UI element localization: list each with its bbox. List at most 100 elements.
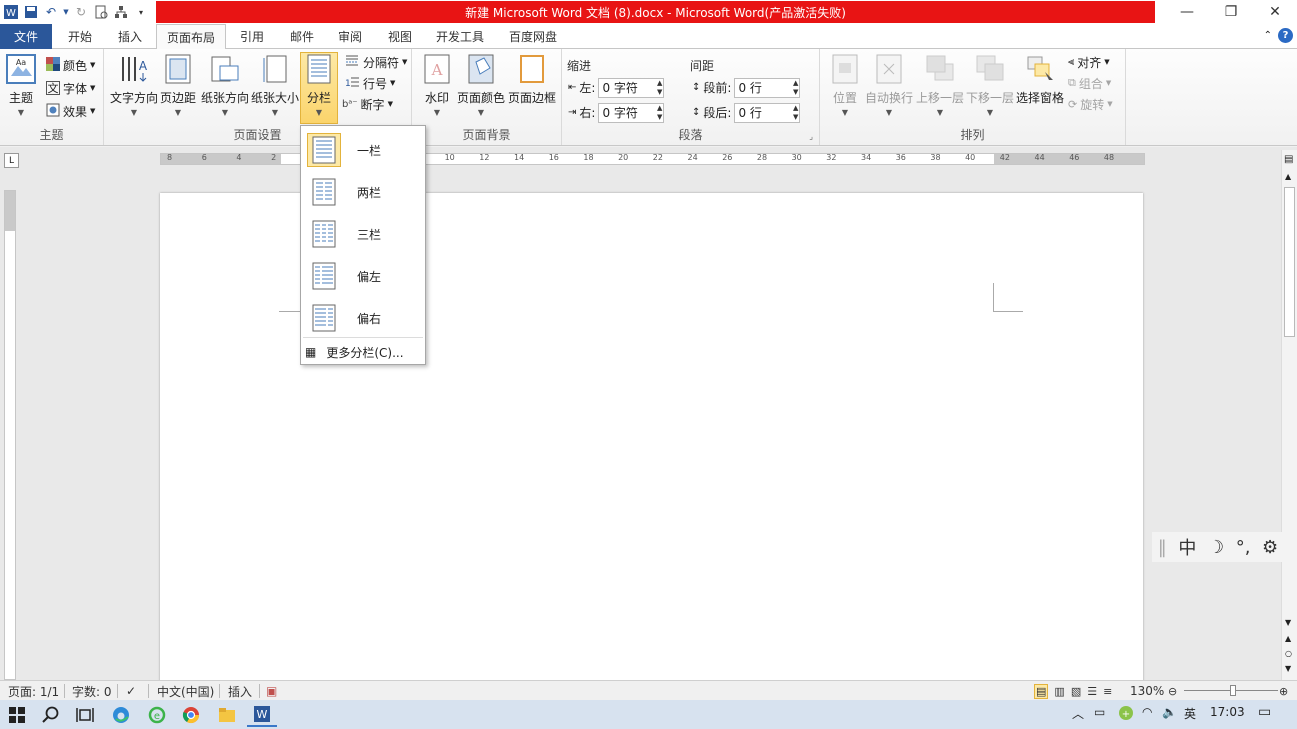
selection-pane-button[interactable]: 选择窗格 — [1016, 53, 1064, 106]
undo-dropdown-icon[interactable]: ▼ — [62, 3, 70, 21]
ribbon-collapse-icon[interactable]: ⌃ — [1264, 30, 1272, 41]
fonts-button[interactable]: 文 字体 ▼ — [46, 78, 95, 98]
text-direction-button[interactable]: A 文字方向 ▼ — [110, 53, 158, 117]
ie-browser-icon[interactable]: e — [142, 702, 172, 727]
tab-page-layout[interactable]: 页面布局 — [156, 24, 226, 50]
theme-button[interactable]: Aa 主题 ▼ — [6, 53, 36, 117]
app-tray-icon[interactable]: + — [1118, 705, 1134, 724]
zoom-level[interactable]: 130% — [1130, 683, 1164, 699]
orientation-button[interactable]: 纸张方向 ▼ — [201, 53, 249, 117]
wifi-icon[interactable]: ◠ — [1142, 705, 1152, 719]
tab-developer[interactable]: 开发工具 — [428, 24, 492, 49]
columns-two[interactable]: 两栏 — [303, 172, 423, 212]
zoom-in-icon[interactable]: ⊕ — [1279, 683, 1288, 699]
draft-icon[interactable]: ≡ — [1103, 685, 1112, 698]
ime-handle-icon[interactable]: ‖ — [1158, 537, 1167, 558]
rotate-button[interactable]: ⟳ 旋转 ▼ — [1068, 94, 1113, 114]
line-numbers-button[interactable]: 1 行号 ▼ — [344, 73, 395, 93]
spinner-icon[interactable]: ▲ ▼ — [793, 104, 798, 122]
zoom-out-icon[interactable]: ⊖ — [1168, 683, 1177, 699]
zoom-slider-thumb[interactable] — [1230, 685, 1236, 696]
ime-mode[interactable]: 中 — [1178, 534, 1196, 560]
spinner-icon[interactable]: ▲ ▼ — [657, 79, 662, 97]
help-icon[interactable]: ? — [1278, 28, 1293, 43]
battery-icon[interactable]: ▭ — [1094, 705, 1105, 719]
prev-page-icon[interactable]: ▲ — [1285, 634, 1291, 643]
watermark-button[interactable]: A 水印 ▼ — [422, 53, 452, 117]
next-page-icon[interactable]: ▼ — [1285, 664, 1291, 673]
gear-icon[interactable]: ⚙ — [1262, 537, 1278, 558]
columns-three[interactable]: 三栏 — [303, 214, 423, 254]
scroll-up-icon[interactable]: ▲ — [1285, 172, 1291, 181]
insert-mode[interactable]: 插入 — [228, 683, 252, 699]
spinner-icon[interactable]: ▲ ▼ — [793, 79, 798, 97]
web-layout-icon[interactable]: ▧ — [1071, 685, 1081, 698]
network-icon[interactable] — [112, 3, 130, 21]
columns-left[interactable]: 偏左 — [303, 256, 423, 296]
vertical-ruler[interactable] — [4, 190, 16, 680]
tab-mailings[interactable]: 邮件 — [280, 24, 324, 49]
page-color-button[interactable]: 页面颜色 ▼ — [457, 53, 505, 117]
hyphenation-button[interactable]: bᵃ⁻ 断字 ▼ — [342, 94, 393, 114]
word-taskbar-icon[interactable]: W — [247, 702, 277, 727]
tab-selector-icon[interactable]: L — [4, 153, 19, 168]
tab-references[interactable]: 引用 — [230, 24, 274, 49]
wrap-text-button[interactable]: 自动换行 ▼ — [865, 53, 913, 117]
punctuation-icon[interactable]: °, — [1236, 537, 1251, 558]
chrome-icon[interactable] — [176, 702, 206, 727]
tab-home[interactable]: 开始 — [58, 24, 102, 49]
bring-forward-button[interactable]: 上移一层 ▼ — [916, 53, 964, 117]
minimize-button[interactable]: — — [1165, 0, 1209, 24]
restore-button[interactable]: ❐ — [1209, 0, 1253, 24]
language-indicator[interactable]: 中文(中国) — [157, 683, 214, 699]
tab-file[interactable]: 文件 — [0, 24, 52, 49]
clock[interactable]: 17:03 — [1210, 705, 1245, 719]
send-backward-button[interactable]: 下移一层 ▼ — [966, 53, 1014, 117]
columns-one[interactable]: 一栏 — [303, 130, 423, 170]
volume-icon[interactable]: 🔈 — [1162, 705, 1177, 719]
outline-icon[interactable]: ☰ — [1087, 685, 1097, 698]
windows-start-icon[interactable] — [2, 702, 32, 727]
size-button[interactable]: 纸张大小 ▼ — [251, 53, 299, 117]
print-layout-icon[interactable]: ▤ — [1034, 683, 1049, 699]
macro-record-icon[interactable]: ▣ — [266, 683, 277, 699]
scroll-thumb[interactable] — [1284, 187, 1295, 337]
dialog-launcher-icon[interactable]: ⌟ — [809, 132, 813, 141]
spacing-before-input[interactable]: 0 行 ▲ ▼ — [734, 77, 801, 98]
spinner-icon[interactable]: ▲ ▼ — [657, 104, 662, 122]
columns-button[interactable]: 分栏 ▼ — [300, 52, 338, 124]
colors-button[interactable]: 颜色 ▼ — [46, 55, 95, 75]
tab-insert[interactable]: 插入 — [108, 24, 152, 49]
vertical-scrollbar[interactable]: ▤ ▲ ▼ ▲ ○ ▼ — [1281, 150, 1297, 680]
save-icon[interactable] — [22, 3, 40, 21]
tab-review[interactable]: 审阅 — [328, 24, 372, 49]
task-view-icon[interactable] — [70, 702, 100, 727]
more-columns-item[interactable]: ▦ 更多分栏(C)... — [305, 342, 404, 362]
align-button[interactable]: ⫷ 对齐 ▼ — [1068, 52, 1110, 72]
breaks-button[interactable]: 分隔符 ▼ — [344, 52, 407, 72]
group-button[interactable]: ⧉ 组合 ▼ — [1068, 73, 1111, 93]
spacing-after-input[interactable]: 0 行 ▲ ▼ — [734, 102, 801, 123]
tab-view[interactable]: 视图 — [378, 24, 422, 49]
tray-expand-icon[interactable]: ︿ — [1072, 705, 1084, 722]
browse-object-icon[interactable]: ○ — [1285, 649, 1292, 658]
print-preview-icon[interactable] — [92, 3, 110, 21]
moon-icon[interactable]: ☽ — [1208, 537, 1224, 558]
file-explorer-icon[interactable] — [212, 702, 242, 727]
edge-icon[interactable] — [106, 702, 136, 727]
full-screen-reading-icon[interactable]: ▥ — [1054, 685, 1064, 698]
position-button[interactable]: 位置 ▼ — [830, 53, 860, 117]
word-app-icon[interactable]: W — [2, 3, 20, 21]
search-icon[interactable] — [36, 702, 66, 727]
customize-qat-icon[interactable]: ▾ — [132, 3, 150, 21]
page-count[interactable]: 页面: 1/1 — [8, 683, 59, 699]
ruler-toggle-icon[interactable]: ▤ — [1284, 154, 1293, 165]
indent-left-input[interactable]: 0 字符 ▲ ▼ — [598, 77, 665, 98]
redo-icon[interactable]: ↻ — [72, 3, 90, 21]
notification-icon[interactable]: ▭ — [1258, 704, 1271, 720]
tab-baidu-netdisk[interactable]: 百度网盘 — [500, 24, 566, 49]
close-button[interactable]: ✕ — [1253, 0, 1297, 24]
effects-button[interactable]: 效果 ▼ — [46, 101, 95, 121]
proofing-icon[interactable]: ✓ — [126, 683, 136, 699]
indent-right-input[interactable]: 0 字符 ▲ ▼ — [598, 102, 665, 123]
